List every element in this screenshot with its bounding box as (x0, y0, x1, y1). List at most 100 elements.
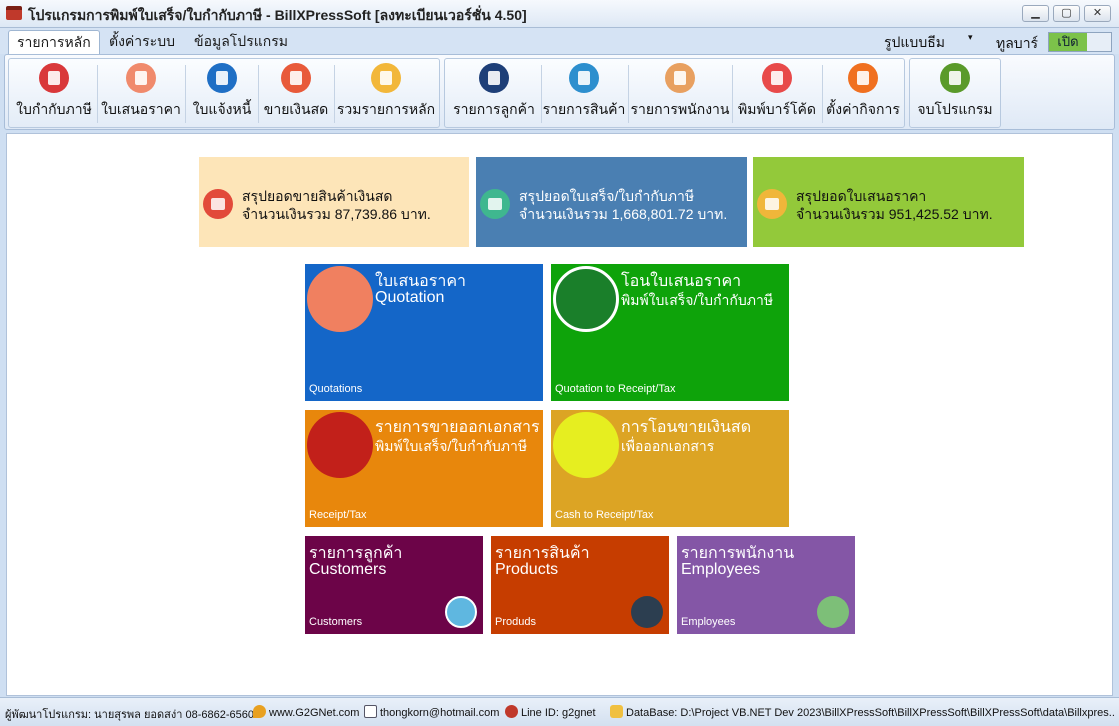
tile-subtitle: Quotation (375, 289, 445, 306)
tile-subtitle: Employees (681, 561, 761, 578)
maximize-button[interactable]: ▢ (1053, 5, 1080, 22)
line-id-text: Line ID: g2gnet (521, 707, 596, 719)
cash-register-icon (553, 412, 619, 478)
ribbon-button-bill[interactable]: ใบแจ้งหนี้ (187, 59, 257, 127)
ribbon-button-exit[interactable]: จบโปรแกรม (912, 59, 998, 127)
ribbon-button-label: พิมพ์บาร์โค้ด (738, 101, 816, 117)
toolbar-toggle[interactable]: เปิด (1048, 32, 1112, 52)
tab-program-info[interactable]: ข้อมูลโปรแกรม (186, 30, 296, 54)
tile-subtitle: Customers (309, 561, 387, 578)
tile-footer: Produds (495, 616, 536, 628)
clipboard-check-icon (553, 266, 619, 332)
ribbon-button-barcode[interactable]: พิมพ์บาร์โค้ด (733, 59, 821, 127)
summary-quotations: สรุปยอดใบเสนอราคา จำนวนเงินรวม 951,425.5… (753, 157, 1024, 247)
ribbon-button-customers[interactable]: รายการลูกค้า (449, 59, 539, 127)
ribbon-button-label: รายการพนักงาน (630, 101, 730, 117)
tile-products[interactable]: รายการสินค้า Products Produds (491, 536, 669, 634)
chevron-down-icon: ▾ (968, 32, 973, 42)
receipt-icon (480, 189, 510, 219)
summary-amount: จำนวนเงินรวม 951,425.52 บาท. (796, 206, 993, 222)
ribbon-button-label: รายการสินค้า (542, 101, 626, 117)
status-email[interactable]: thongkorn@hotmail.com (364, 705, 499, 719)
tile-quotation[interactable]: ใบเสนอราคา Quotation Quotations (305, 264, 543, 401)
theme-label: รูปแบบธีม (884, 34, 945, 50)
company-settings-icon (848, 63, 878, 93)
ribbon-button-label: ใบกำกับภาษี (16, 101, 92, 117)
status-bar: ผู้พัฒนาโปรแกรม: นายสุรพล ยอดสง่า 08-686… (0, 697, 1119, 726)
tile-receipt-tax[interactable]: รายการขายออกเอกสาร พิมพ์ใบเสร็จ/ใบกำกับภ… (305, 410, 543, 527)
hand-truck-icon (631, 596, 663, 628)
bill-icon (207, 63, 237, 93)
ribbon-separator (97, 65, 98, 123)
ribbon-tab-row: รายการหลัก ตั้งค่าระบบ ข้อมูลโปรแกรม (0, 28, 1119, 54)
ribbon-button-merge[interactable]: รวมรายการหลัก (335, 59, 437, 127)
power-icon (940, 63, 970, 93)
cash-sale-icon (281, 63, 311, 93)
ribbon-button-employees[interactable]: รายการพนักงาน (629, 59, 731, 127)
window-title: โปรแกรมการพิมพ์ใบเสร็จ/ใบกำกับภาษี - Bil… (28, 7, 527, 23)
ribbon-button-quotation[interactable]: ใบเสนอราคา (99, 59, 183, 127)
status-line-id: Line ID: g2gnet (505, 705, 596, 719)
products-icon (569, 63, 599, 93)
summary-amount: จำนวนเงินรวม 1,668,801.72 บาท. (519, 206, 728, 222)
ribbon-button-label: ใบแจ้งหนี้ (192, 101, 252, 117)
tile-employees[interactable]: รายการพนักงาน Employees Employees (677, 536, 855, 634)
ribbon-button-company-settings[interactable]: ตั้งค่ากิจการ (823, 59, 903, 127)
cash-register-icon (6, 6, 22, 20)
quote-summary-icon (757, 189, 787, 219)
database-path: DataBase: D:\Project VB.NET Dev 2023\Bil… (626, 707, 1115, 719)
close-button[interactable]: ✕ (1084, 5, 1111, 22)
cash-icon (203, 189, 233, 219)
ribbon: ใบกำกับภาษี ใบเสนอราคา ใบแจ้งหนี้ ขายเงิ… (4, 54, 1115, 130)
email-icon (364, 705, 377, 718)
ribbon-button-label: รวมรายการหลัก (336, 101, 436, 117)
toolbar-toggle-on: เปิด (1049, 33, 1087, 51)
database-icon (610, 705, 623, 718)
tile-quotation-to-receipt[interactable]: โอนใบเสนอราคา พิมพ์ใบเสร็จ/ใบกำกับภาษี Q… (551, 264, 789, 401)
ribbon-button-invoice[interactable]: ใบกำกับภาษี (13, 59, 95, 127)
quotation-document-icon (307, 266, 373, 332)
location-pin-icon (253, 705, 266, 718)
customer-card-icon (479, 63, 509, 93)
tab-settings[interactable]: ตั้งค่าระบบ (101, 30, 183, 54)
minimize-button[interactable]: ▁ (1022, 5, 1049, 22)
tile-footer: Quotation to Receipt/Tax (555, 383, 676, 395)
ribbon-group-exit: จบโปรแกรม (909, 58, 1001, 128)
invoice-icon (39, 63, 69, 93)
ribbon-group-records: รายการลูกค้า รายการสินค้า รายการพนักงาน … (444, 58, 905, 128)
theme-dropdown[interactable]: รูปแบบธีม ▾ (884, 32, 973, 54)
employees-icon (665, 63, 695, 93)
ribbon-button-label: รายการลูกค้า (453, 101, 535, 117)
ribbon-button-label: ใบเสนอราคา (101, 101, 181, 117)
tile-footer: Customers (309, 616, 363, 628)
status-website[interactable]: www.G2GNet.com (253, 705, 359, 719)
ribbon-button-cash-sale[interactable]: ขายเงินสด (259, 59, 333, 127)
tile-subtitle: พิมพ์ใบเสร็จ/ใบกำกับภาษี (375, 438, 528, 454)
ribbon-button-products[interactable]: รายการสินค้า (542, 59, 626, 127)
email-link[interactable]: thongkorn@hotmail.com (380, 707, 499, 719)
tile-customers[interactable]: รายการลูกค้า Customers Customers (305, 536, 483, 634)
summary-cash-sales: สรุปยอดขายสินค้าเงินสด จำนวนเงินรวม 87,7… (199, 157, 469, 247)
person-icon (505, 705, 518, 718)
tile-footer: Employees (681, 616, 736, 628)
tile-subtitle: เพื่อออกเอกสาร (621, 438, 715, 454)
tile-subtitle: Products (495, 561, 559, 578)
status-developer: ผู้พัฒนาโปรแกรม: นายสุรพล ยอดสง่า 08-686… (5, 709, 254, 721)
ribbon-button-label: ตั้งค่ากิจการ (826, 101, 900, 117)
toolbar-label: ทูลบาร์ (996, 35, 1039, 51)
summary-receipts: สรุปยอดใบเสร็จ/ใบกำกับภาษี จำนวนเงินรวม … (476, 157, 747, 247)
ribbon-button-label: จบโปรแกรม (917, 101, 993, 117)
title-bar: โปรแกรมการพิมพ์ใบเสร็จ/ใบกำกับภาษี - Bil… (0, 0, 1119, 28)
barcode-icon (762, 63, 792, 93)
tile-cash-to-receipt[interactable]: การโอนขายเงินสด เพื่อออกเอกสาร Cash to R… (551, 410, 789, 527)
employees-people-icon (817, 596, 849, 628)
tab-main[interactable]: รายการหลัก (8, 30, 100, 54)
tax-document-icon (307, 412, 373, 478)
customers-group-icon (445, 596, 477, 628)
tile-footer: Quotations (309, 383, 363, 395)
summary-amount: จำนวนเงินรวม 87,739.86 บาท. (242, 206, 431, 222)
website-link[interactable]: www.G2GNet.com (269, 707, 359, 719)
ribbon-group-documents: ใบกำกับภาษี ใบเสนอราคา ใบแจ้งหนี้ ขายเงิ… (8, 58, 440, 128)
transfer-icon (371, 63, 401, 93)
ribbon-button-label: ขายเงินสด (263, 101, 329, 117)
